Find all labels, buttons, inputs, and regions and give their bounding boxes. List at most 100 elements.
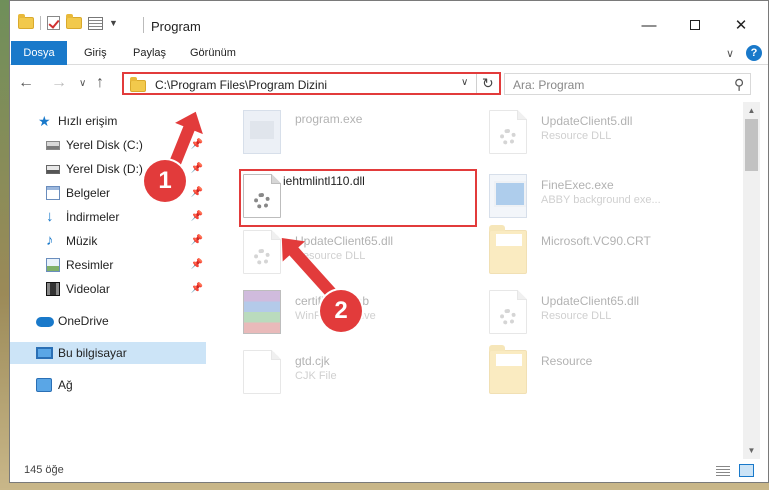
pin-icon[interactable]: 📌 [191,206,203,228]
archive-icon [243,290,281,334]
refresh-icon[interactable]: ↻ [482,75,494,92]
file-icon [243,350,281,394]
status-bar: 145 öğe [10,459,768,482]
help-icon[interactable]: ? [746,45,762,61]
sidebar-item-label: OneDrive [58,314,109,328]
sidebar-item-label: Hızlı erişim [58,114,118,128]
tab-file[interactable]: Dosya [11,41,67,65]
program-icon [243,110,281,154]
file-item[interactable]: FineExec.exe ABBY background exe... [485,166,735,226]
item-count: 145 öğe [24,464,64,476]
customize-toolbar-chevron-icon[interactable]: ▼ [109,18,118,28]
folder-icon[interactable] [18,14,34,29]
file-item[interactable]: UpdateClient5.dll Resource DLL [485,102,735,162]
pin-icon[interactable]: 📌 [191,134,203,156]
gear-icon [254,249,270,265]
documents-icon [46,186,60,200]
file-name: gtd.cjk [295,354,330,368]
recent-locations-chevron-icon[interactable]: ∨ [79,78,86,89]
address-bar[interactable]: C:\Program Files\Program Dizini ∨ ↻ [122,72,501,95]
search-box[interactable]: Ara: Program ⚲ [504,73,751,95]
star-icon: ★ [38,113,51,129]
vertical-scrollbar[interactable]: ▲ ▼ [743,102,760,459]
exe-icon [489,174,527,218]
pin-icon[interactable]: 📌 [191,254,203,276]
dll-icon [489,110,527,154]
dll-icon [489,290,527,334]
annotation-badge-1: 1 [144,160,186,202]
tab-home[interactable]: Giriş [72,41,119,65]
sidebar-item-onedrive[interactable]: OneDrive [10,310,206,332]
file-name: FineExec.exe [541,178,614,192]
sidebar-item-network[interactable]: Ağ [10,374,206,396]
new-folder-icon[interactable] [66,14,82,29]
computer-icon [36,347,53,359]
file-item[interactable]: Microsoft.VC90.CRT [485,222,735,282]
pin-icon[interactable]: 📌 [191,230,203,252]
window-title: Program [151,19,201,34]
sidebar-item-label: Resimler [66,258,114,272]
minimize-button[interactable]: — [627,14,671,38]
search-icon[interactable]: ⚲ [734,76,744,93]
folder-icon [489,345,527,394]
back-arrow-icon[interactable]: ← [18,74,34,92]
forward-arrow-icon[interactable]: → [51,74,67,92]
close-button[interactable]: ✕ [719,14,763,38]
network-icon [36,378,52,392]
file-item[interactable]: certificate.cab WinRAR archive [239,282,489,342]
scroll-up-arrow-icon[interactable]: ▲ [743,102,760,119]
disk-icon [46,165,60,174]
address-folder-icon [130,77,146,92]
folder-icon [489,225,527,274]
file-type: Resource DLL [541,130,612,142]
file-name: UpdateClient5.dll [541,114,633,128]
music-icon: ♪ [46,232,54,249]
file-item[interactable]: gtd.cjk CJK File [239,342,489,402]
properties-list-icon[interactable] [88,16,103,30]
toolbar-divider [40,16,41,30]
scroll-down-arrow-icon[interactable]: ▼ [743,442,760,459]
explorer-window: ▼ Program — ✕ Dosya Giriş Paylaş Görünüm… [9,0,769,483]
sidebar-item-label: Yerel Disk (C:) [66,138,143,152]
sidebar-item-videos[interactable]: Videolar 📌 [10,278,206,300]
file-name: Resource [541,354,593,368]
video-icon [46,282,60,296]
title-divider [143,17,144,33]
tab-view[interactable]: Görünüm [178,41,248,65]
ribbon-tabs: Dosya Giriş Paylaş Görünüm ∨ ? [10,41,768,65]
pin-icon[interactable]: 📌 [191,182,203,204]
address-path[interactable]: C:\Program Files\Program Dizini [155,78,327,92]
pin-icon[interactable]: 📌 [191,278,203,300]
navigation-bar: ← → ∨ ↑ C:\Program Files\Program Dizini … [10,66,768,102]
large-icons-view-icon[interactable] [739,464,754,477]
title-bar: ▼ Program — ✕ [10,1,768,41]
file-item[interactable]: Resource [485,342,735,402]
file-type: CJK File [295,370,337,382]
sidebar-item-pictures[interactable]: Resimler 📌 [10,254,206,276]
sidebar-item-this-pc[interactable]: Bu bilgisayar [10,342,206,364]
properties-check-icon[interactable] [47,16,60,30]
address-dropdown-chevron-icon[interactable]: ∨ [461,77,468,88]
cloud-icon [36,317,54,327]
file-item[interactable]: program.exe [239,102,489,162]
sidebar-item-label: Belgeler [66,186,111,200]
sidebar-item-label: Bu bilgisayar [58,346,127,360]
sidebar-item-downloads[interactable]: ↓ İndirmeler 📌 [10,206,206,228]
maximize-button[interactable] [673,14,717,38]
disk-icon [46,141,60,150]
pin-icon[interactable]: 📌 [191,158,203,180]
annotation-badge-2: 2 [320,290,362,332]
tab-share[interactable]: Paylaş [121,41,178,65]
up-arrow-icon[interactable]: ↑ [96,74,104,92]
sidebar-item-music[interactable]: ♪ Müzik 📌 [10,230,206,252]
file-item[interactable]: UpdateClient65.dll Resource DLL [485,282,735,342]
search-input[interactable]: Ara: Program [513,78,584,92]
sidebar-item-label: Müzik [66,234,98,248]
gear-icon [500,129,516,145]
scroll-thumb[interactable] [745,119,758,171]
file-type: ABBY background exe... [541,194,661,206]
sidebar-item-label: Ağ [58,378,73,392]
expand-ribbon-chevron-icon[interactable]: ∨ [726,47,734,60]
details-view-icon[interactable] [716,466,730,477]
download-icon: ↓ [46,208,54,225]
